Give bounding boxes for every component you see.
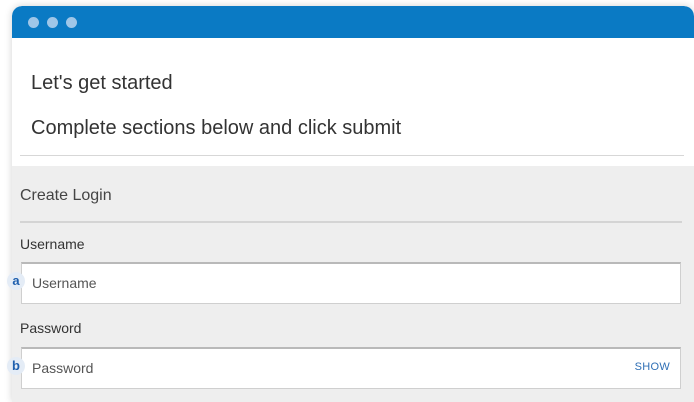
create-login-section: Create Login Username Password SHOW bbox=[12, 166, 694, 402]
app-window: Let's get started Complete sections belo… bbox=[12, 6, 694, 402]
annotation-badge-b: b bbox=[7, 357, 25, 375]
page-title: Let's get started bbox=[31, 72, 173, 94]
divider bbox=[20, 155, 684, 156]
window-dot-icon bbox=[47, 17, 58, 28]
username-field[interactable] bbox=[21, 262, 681, 304]
window-dot-icon bbox=[66, 17, 77, 28]
section-title: Create Login bbox=[20, 187, 112, 204]
username-input[interactable] bbox=[32, 264, 612, 302]
page-subtitle: Complete sections below and click submit bbox=[31, 117, 402, 139]
window-dot-icon bbox=[28, 17, 39, 28]
password-input[interactable] bbox=[32, 349, 612, 387]
page-content: Let's get started Complete sections belo… bbox=[12, 38, 694, 402]
show-password-button[interactable]: SHOW bbox=[635, 361, 670, 373]
password-field[interactable]: SHOW bbox=[21, 347, 681, 389]
annotation-badge-a: a bbox=[7, 272, 25, 290]
password-label: Password bbox=[20, 320, 82, 336]
section-divider bbox=[20, 221, 682, 223]
username-label: Username bbox=[20, 236, 85, 252]
window-titlebar bbox=[12, 6, 694, 38]
